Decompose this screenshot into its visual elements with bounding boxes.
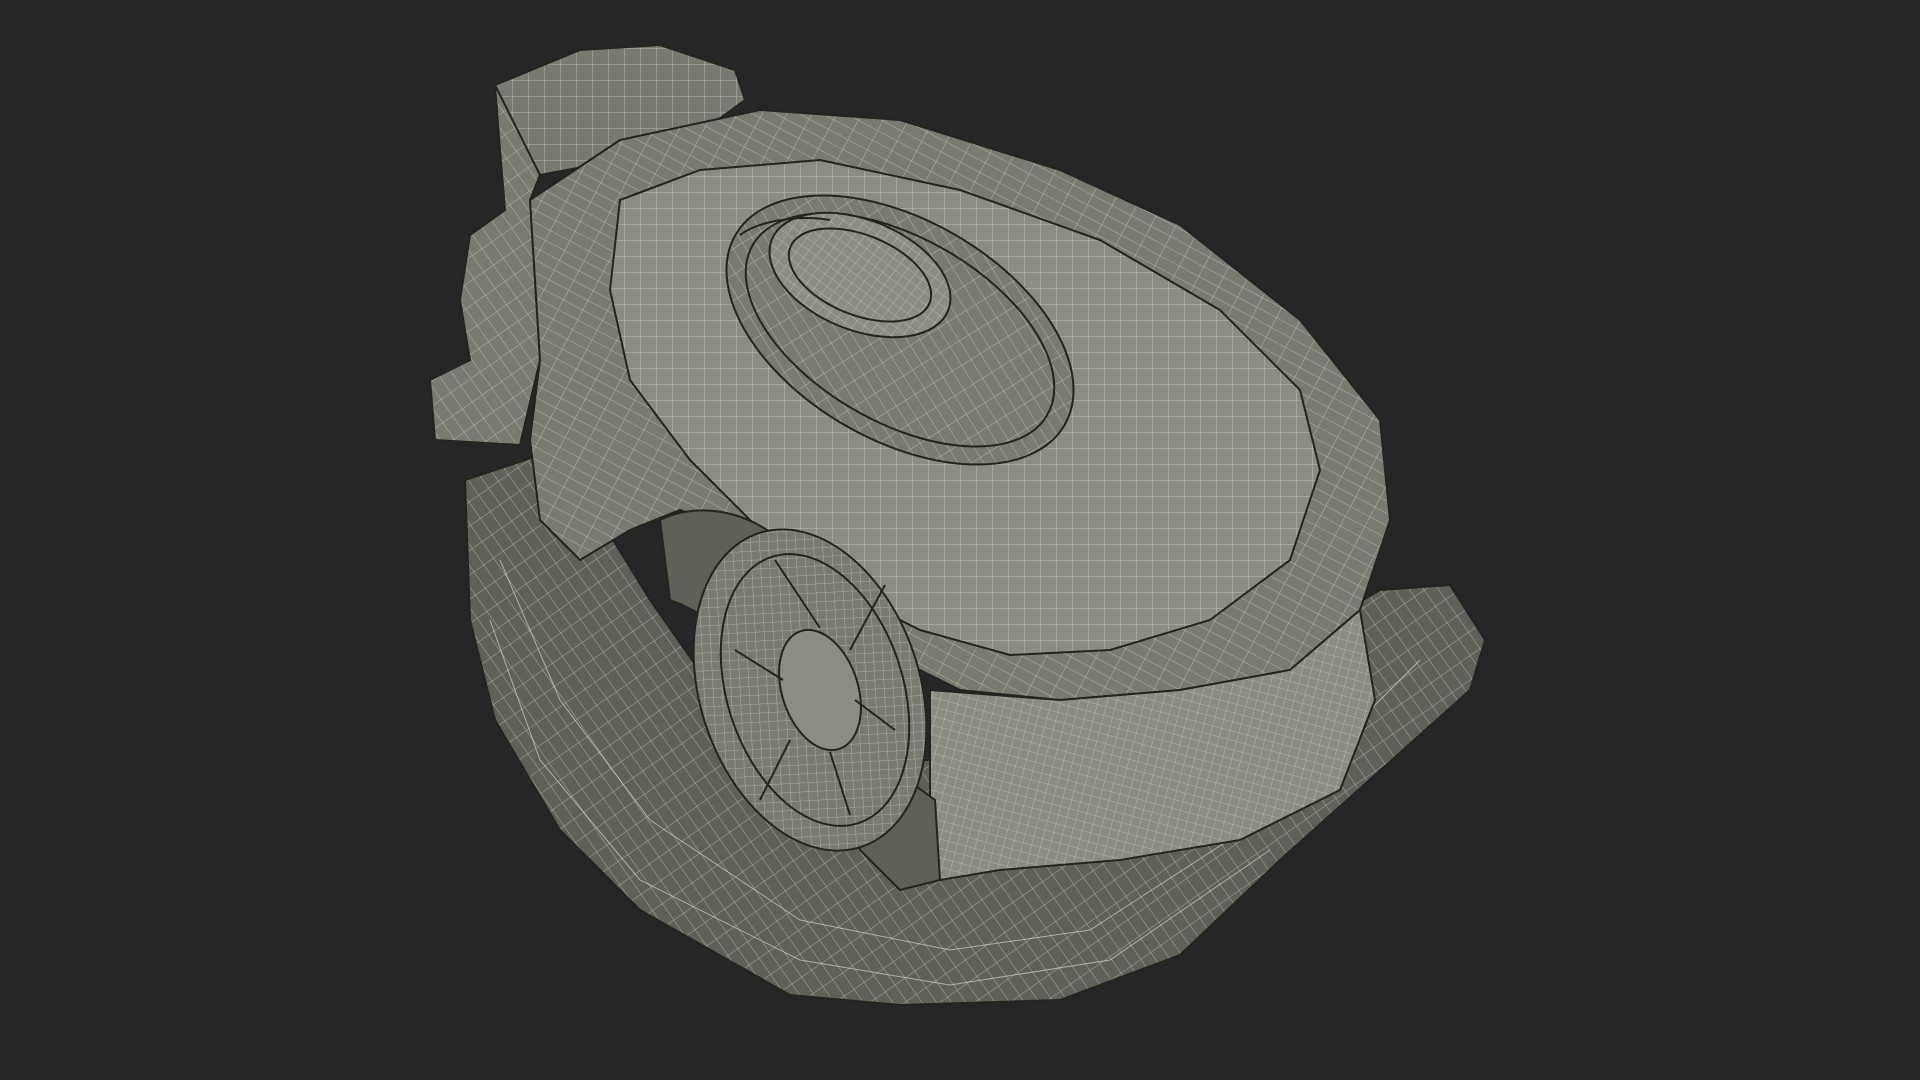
render-canvas [0,0,1920,1080]
render-viewport [0,0,1920,1080]
